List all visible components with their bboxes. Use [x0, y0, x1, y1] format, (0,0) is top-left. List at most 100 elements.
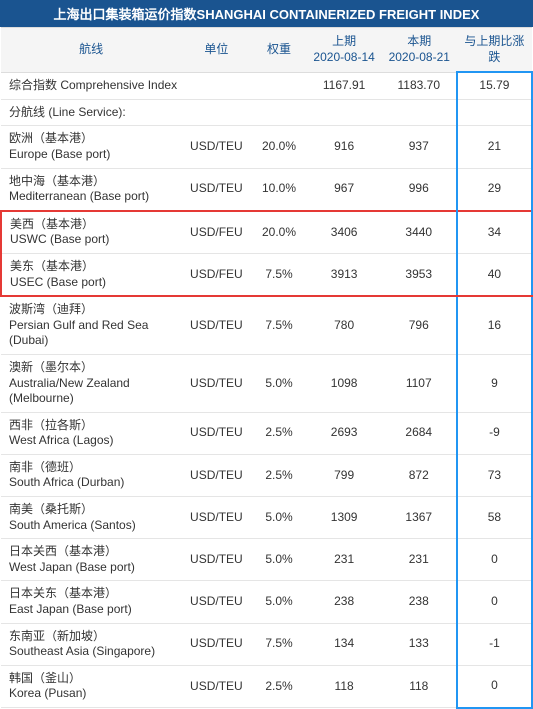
cell-diff: 0	[457, 539, 532, 581]
cell-route: 澳新（墨尔本） Australia/New Zealand (Melbourne…	[1, 354, 181, 412]
cell-unit: USD/TEU	[181, 454, 251, 496]
header-prev: 上期 2020-08-14	[307, 28, 382, 73]
cell-weight: 5.0%	[251, 581, 306, 623]
table-row: 欧洲（基本港） Europe (Base port)USD/TEU20.0%91…	[1, 126, 532, 168]
cell-diff: 16	[457, 296, 532, 354]
cell-curr: 937	[382, 126, 457, 168]
cell-diff: 29	[457, 168, 532, 211]
header-diff: 与上期比涨跌	[457, 28, 532, 73]
table-row: 分航线 (Line Service):	[1, 99, 532, 126]
cell-curr	[382, 99, 457, 126]
cell-unit: USD/TEU	[181, 497, 251, 539]
cell-prev: 134	[307, 623, 382, 665]
header-unit: 单位	[181, 28, 251, 73]
cell-unit: USD/TEU	[181, 539, 251, 581]
table-row: 美西（基本港） USWC (Base port)USD/FEU20.0%3406…	[1, 211, 532, 254]
cell-diff: 21	[457, 126, 532, 168]
cell-diff: 73	[457, 454, 532, 496]
cell-unit: USD/TEU	[181, 581, 251, 623]
table-row: 地中海（基本港） Mediterranean (Base port)USD/TE…	[1, 168, 532, 211]
cell-diff: 40	[457, 253, 532, 296]
cell-curr: 1183.70	[382, 72, 457, 99]
cell-route: 分航线 (Line Service):	[1, 99, 181, 126]
cell-weight: 7.5%	[251, 253, 306, 296]
table-row: 波斯湾（迪拜） Persian Gulf and Red Sea (Dubai)…	[1, 296, 532, 354]
cell-prev: 1167.91	[307, 72, 382, 99]
table-row: 西非（拉各斯） West Africa (Lagos)USD/TEU2.5% 26…	[1, 412, 532, 454]
cell-unit: USD/TEU	[181, 296, 251, 354]
cell-route: 日本关东（基本港） East Japan (Base port)	[1, 581, 181, 623]
cell-route: 韩国（釜山） Korea (Pusan)	[1, 665, 181, 707]
header-curr: 本期 2020-08-21	[382, 28, 457, 73]
cell-unit	[181, 72, 251, 99]
cell-curr: 2684	[382, 412, 457, 454]
cell-weight	[251, 72, 306, 99]
cell-curr: 1367	[382, 497, 457, 539]
cell-curr: 3440	[382, 211, 457, 254]
table-row: 南美（桑托斯） South America (Santos)USD/TEU5.0…	[1, 497, 532, 539]
cell-prev: 799	[307, 454, 382, 496]
cell-unit	[181, 99, 251, 126]
cell-prev	[307, 99, 382, 126]
cell-unit: USD/TEU	[181, 623, 251, 665]
cell-route: 地中海（基本港） Mediterranean (Base port)	[1, 168, 181, 211]
cell-weight: 7.5%	[251, 296, 306, 354]
page-title: 上海出口集装箱运价指数SHANGHAI CONTAINERIZED FREIGH…	[0, 0, 533, 27]
cell-route: 西非（拉各斯） West Africa (Lagos)	[1, 412, 181, 454]
cell-unit: USD/TEU	[181, 168, 251, 211]
cell-weight: 10.0%	[251, 168, 306, 211]
table-row: 日本关东（基本港） East Japan (Base port)USD/TEU5…	[1, 581, 532, 623]
cell-unit: USD/TEU	[181, 354, 251, 412]
cell-unit: USD/FEU	[181, 253, 251, 296]
cell-curr: 3953	[382, 253, 457, 296]
cell-curr: 872	[382, 454, 457, 496]
cell-curr: 1107	[382, 354, 457, 412]
cell-curr: 238	[382, 581, 457, 623]
cell-unit: USD/TEU	[181, 665, 251, 707]
cell-curr: 996	[382, 168, 457, 211]
header-weight: 权重	[251, 28, 306, 73]
table-row: 南非（德班） South Africa (Durban)USD/TEU2.5%7…	[1, 454, 532, 496]
cell-weight: 2.5%	[251, 412, 306, 454]
cell-weight: 2.5%	[251, 454, 306, 496]
cell-curr: 118	[382, 665, 457, 707]
cell-unit: USD/TEU	[181, 412, 251, 454]
cell-diff: 0	[457, 581, 532, 623]
cell-diff: 0	[457, 665, 532, 707]
cell-route: 波斯湾（迪拜） Persian Gulf and Red Sea (Dubai)	[1, 296, 181, 354]
cell-prev: 780	[307, 296, 382, 354]
cell-prev: 238	[307, 581, 382, 623]
cell-diff	[457, 99, 532, 126]
cell-prev: 916	[307, 126, 382, 168]
cell-weight: 7.5%	[251, 623, 306, 665]
cell-unit: USD/TEU	[181, 126, 251, 168]
header-route: 航线	[1, 28, 181, 73]
cell-curr: 133	[382, 623, 457, 665]
cell-unit: USD/FEU	[181, 211, 251, 254]
table-row: 澳新（墨尔本） Australia/New Zealand (Melbourne…	[1, 354, 532, 412]
cell-diff: -9	[457, 412, 532, 454]
cell-route: 综合指数 Comprehensive Index	[1, 72, 181, 99]
cell-curr: 796	[382, 296, 457, 354]
cell-route: 东南亚（新加坡） Southeast Asia (Singapore)	[1, 623, 181, 665]
cell-curr: 231	[382, 539, 457, 581]
cell-weight: 20.0%	[251, 126, 306, 168]
table-row: 韩国（釜山） Korea (Pusan)USD/TEU2.5%1181180	[1, 665, 532, 707]
cell-route: 欧洲（基本港） Europe (Base port)	[1, 126, 181, 168]
cell-diff: 15.79	[457, 72, 532, 99]
cell-prev: 118	[307, 665, 382, 707]
cell-weight: 5.0%	[251, 497, 306, 539]
cell-weight: 2.5%	[251, 665, 306, 707]
cell-prev: 967	[307, 168, 382, 211]
cell-route: 南非（德班） South Africa (Durban)	[1, 454, 181, 496]
table-body: 综合指数 Comprehensive Index 1167.911183.7015…	[1, 72, 532, 707]
cell-diff: 34	[457, 211, 532, 254]
cell-route: 日本关西（基本港） West Japan (Base port)	[1, 539, 181, 581]
cell-prev: 3406	[307, 211, 382, 254]
table-row: 综合指数 Comprehensive Index 1167.911183.7015…	[1, 72, 532, 99]
table-row: 东南亚（新加坡） Southeast Asia (Singapore)USD/T…	[1, 623, 532, 665]
table-row: 日本关西（基本港） West Japan (Base port)USD/TEU5…	[1, 539, 532, 581]
table-header-row: 航线 单位 权重 上期 2020-08-14 本期 2020-08-21 与上期…	[1, 28, 532, 73]
cell-diff: -1	[457, 623, 532, 665]
cell-prev: 1309	[307, 497, 382, 539]
